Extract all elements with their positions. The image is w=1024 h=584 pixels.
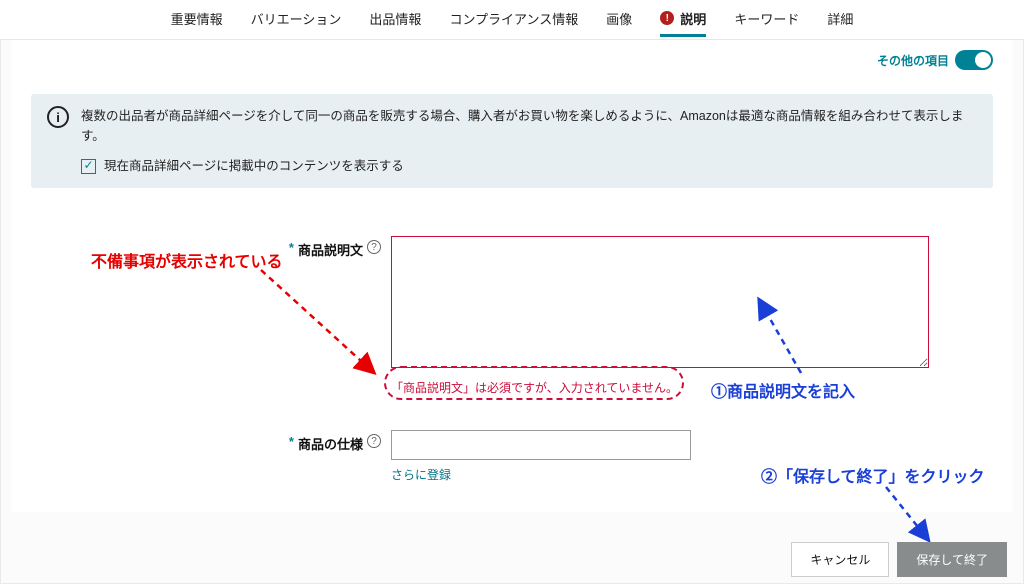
tab-label: 画像 bbox=[606, 9, 632, 28]
button-label: 保存して終了 bbox=[916, 553, 988, 567]
help-icon[interactable]: ? bbox=[367, 434, 381, 448]
tab-image[interactable]: 画像 bbox=[606, 3, 632, 37]
help-icon[interactable]: ? bbox=[367, 240, 381, 254]
add-more-link[interactable]: さらに登録 bbox=[391, 466, 451, 483]
cancel-button[interactable]: キャンセル bbox=[791, 542, 889, 577]
tab-label: 出品情報 bbox=[369, 9, 421, 28]
tab-important[interactable]: 重要情報 bbox=[171, 3, 223, 37]
info-box: i 複数の出品者が商品詳細ページを介して同一の商品を販売する場合、購入者がお買い… bbox=[31, 94, 993, 188]
page-canvas: その他の項目 i 複数の出品者が商品詳細ページを介して同一の商品を販売する場合、… bbox=[0, 40, 1024, 584]
other-items-toggle[interactable] bbox=[955, 50, 993, 70]
other-items-label: その他の項目 bbox=[877, 52, 949, 69]
tab-description[interactable]: ! 説明 bbox=[660, 3, 706, 37]
tab-label: 重要情報 bbox=[171, 9, 223, 28]
description-textarea[interactable] bbox=[391, 236, 929, 368]
spec-label: 商品の仕様 bbox=[298, 434, 363, 453]
tab-compliance[interactable]: コンプライアンス情報 bbox=[449, 3, 578, 37]
other-items-toggle-group: その他の項目 bbox=[877, 50, 993, 70]
tab-label: バリエーション bbox=[251, 9, 342, 28]
save-button[interactable]: 保存して終了 bbox=[897, 542, 1007, 577]
info-text: 複数の出品者が商品詳細ページを介して同一の商品を販売する場合、購入者がお買い物を… bbox=[81, 106, 977, 146]
description-label: 商品説明文 bbox=[298, 240, 363, 259]
tab-detail[interactable]: 詳細 bbox=[827, 3, 853, 37]
row-spec: * 商品の仕様 ? さらに登録 bbox=[31, 430, 993, 484]
required-asterisk: * bbox=[289, 434, 294, 449]
form-area: * 商品説明文 ? 「商品説明文」は必須ですが、入力されていません。 * 商品の… bbox=[31, 208, 993, 494]
tab-label: コンプライアンス情報 bbox=[449, 9, 578, 28]
spec-input[interactable] bbox=[391, 430, 691, 460]
checkbox-label: 現在商品詳細ページに掲載中のコンテンツを表示する bbox=[104, 156, 404, 176]
annotation-blue-arrow-2 bbox=[881, 485, 961, 545]
button-label: キャンセル bbox=[810, 553, 870, 567]
tab-keywords[interactable]: キーワード bbox=[734, 3, 799, 37]
row-description: * 商品説明文 ? 「商品説明文」は必須ですが、入力されていません。 bbox=[31, 236, 993, 396]
tab-variation[interactable]: バリエーション bbox=[251, 3, 342, 37]
button-row: キャンセル 保存して終了 bbox=[791, 542, 1007, 577]
show-content-checkbox[interactable]: ✓ bbox=[81, 159, 96, 174]
tab-label: 説明 bbox=[680, 9, 706, 28]
info-icon: i bbox=[47, 106, 69, 128]
required-asterisk: * bbox=[289, 240, 294, 255]
tab-listing[interactable]: 出品情報 bbox=[369, 3, 421, 37]
alert-icon: ! bbox=[660, 11, 674, 25]
tab-bar: 重要情報 バリエーション 出品情報 コンプライアンス情報 画像 ! 説明 キーワ… bbox=[0, 0, 1024, 40]
tab-label: キーワード bbox=[734, 9, 799, 28]
tab-label: 詳細 bbox=[827, 9, 853, 28]
description-error: 「商品説明文」は必須ですが、入力されていません。 bbox=[391, 379, 929, 396]
